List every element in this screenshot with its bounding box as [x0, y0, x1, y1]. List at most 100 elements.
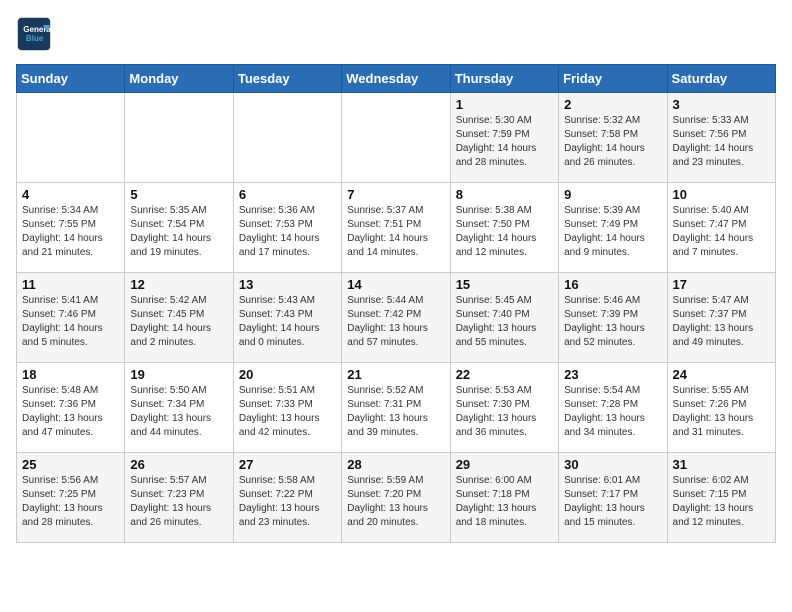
calendar-cell: 1 Sunrise: 5:30 AM Sunset: 7:59 PM Daylig… [450, 93, 558, 183]
calendar-week-1: 1 Sunrise: 5:30 AM Sunset: 7:59 PM Daylig… [17, 93, 776, 183]
day-number: 31 [673, 457, 770, 472]
day-info: Sunrise: 5:57 AM Sunset: 7:23 PM Dayligh… [130, 474, 227, 530]
day-number: 28 [347, 457, 444, 472]
day-number: 26 [130, 457, 227, 472]
day-info: Sunrise: 5:32 AM Sunset: 7:58 PM Dayligh… [564, 114, 661, 170]
calendar-cell: 12 Sunrise: 5:42 AM Sunset: 7:45 PM Dayli… [125, 273, 233, 363]
day-info: Sunrise: 5:50 AM Sunset: 7:34 PM Dayligh… [130, 384, 227, 440]
calendar-cell: 17 Sunrise: 5:47 AM Sunset: 7:37 PM Dayli… [667, 273, 775, 363]
calendar-cell: 23Sunrise: 5:54 AM Sunset: 7:28 PM Dayli… [559, 363, 667, 453]
calendar-cell: 15 Sunrise: 5:45 AM Sunset: 7:40 PM Dayli… [450, 273, 558, 363]
weekday-header-tuesday: Tuesday [233, 65, 341, 93]
day-info: Sunrise: 5:39 AM Sunset: 7:49 PM Dayligh… [564, 204, 661, 260]
day-number: 24 [673, 367, 770, 382]
calendar-cell: 3 Sunrise: 5:33 AM Sunset: 7:56 PM Daylig… [667, 93, 775, 183]
day-info: Sunrise: 5:55 AM Sunset: 7:26 PM Dayligh… [673, 384, 770, 440]
calendar-cell: 14 Sunrise: 5:44 AM Sunset: 7:42 PM Dayli… [342, 273, 450, 363]
day-info: Sunrise: 6:00 AM Sunset: 7:18 PM Dayligh… [456, 474, 553, 530]
day-info: Sunrise: 5:33 AM Sunset: 7:56 PM Dayligh… [673, 114, 770, 170]
weekday-header-saturday: Saturday [667, 65, 775, 93]
calendar-cell: 18 Sunrise: 5:48 AM Sunset: 7:36 PM Dayli… [17, 363, 125, 453]
calendar-cell: 22 Sunrise: 5:53 AM Sunset: 7:30 PM Dayli… [450, 363, 558, 453]
day-number: 11 [22, 277, 119, 292]
day-number: 6 [239, 187, 336, 202]
calendar-cell: 4Sunrise: 5:34 AM Sunset: 7:55 PM Daylig… [17, 183, 125, 273]
calendar-cell: 6 Sunrise: 5:36 AM Sunset: 7:53 PM Daylig… [233, 183, 341, 273]
day-info: Sunrise: 5:44 AM Sunset: 7:42 PM Dayligh… [347, 294, 444, 350]
day-info: Sunrise: 5:30 AM Sunset: 7:59 PM Dayligh… [456, 114, 553, 170]
weekday-header-wednesday: Wednesday [342, 65, 450, 93]
day-number: 18 [22, 367, 119, 382]
day-info: Sunrise: 5:40 AM Sunset: 7:47 PM Dayligh… [673, 204, 770, 260]
calendar-week-4: 18 Sunrise: 5:48 AM Sunset: 7:36 PM Dayli… [17, 363, 776, 453]
day-info: Sunrise: 5:59 AM Sunset: 7:20 PM Dayligh… [347, 474, 444, 530]
calendar-cell: 16 Sunrise: 5:46 AM Sunset: 7:39 PM Dayli… [559, 273, 667, 363]
calendar-cell: 31Sunrise: 6:02 AM Sunset: 7:15 PM Dayli… [667, 453, 775, 543]
day-info: Sunrise: 5:58 AM Sunset: 7:22 PM Dayligh… [239, 474, 336, 530]
calendar-cell: 8 Sunrise: 5:38 AM Sunset: 7:50 PM Daylig… [450, 183, 558, 273]
day-number: 4 [22, 187, 119, 202]
day-number: 20 [239, 367, 336, 382]
day-info: Sunrise: 5:38 AM Sunset: 7:50 PM Dayligh… [456, 204, 553, 260]
calendar-cell: 28 Sunrise: 5:59 AM Sunset: 7:20 PM Dayli… [342, 453, 450, 543]
day-number: 8 [456, 187, 553, 202]
day-info: Sunrise: 5:42 AM Sunset: 7:45 PM Dayligh… [130, 294, 227, 350]
day-info: Sunrise: 5:48 AM Sunset: 7:36 PM Dayligh… [22, 384, 119, 440]
calendar-cell: 2 Sunrise: 5:32 AM Sunset: 7:58 PM Daylig… [559, 93, 667, 183]
calendar-cell: 10Sunrise: 5:40 AM Sunset: 7:47 PM Dayli… [667, 183, 775, 273]
day-info: Sunrise: 5:45 AM Sunset: 7:40 PM Dayligh… [456, 294, 553, 350]
day-number: 15 [456, 277, 553, 292]
calendar-cell [233, 93, 341, 183]
calendar-cell: 25Sunrise: 5:56 AM Sunset: 7:25 PM Dayli… [17, 453, 125, 543]
day-info: Sunrise: 5:53 AM Sunset: 7:30 PM Dayligh… [456, 384, 553, 440]
day-number: 22 [456, 367, 553, 382]
day-number: 7 [347, 187, 444, 202]
day-info: Sunrise: 5:41 AM Sunset: 7:46 PM Dayligh… [22, 294, 119, 350]
day-number: 30 [564, 457, 661, 472]
day-number: 17 [673, 277, 770, 292]
day-number: 21 [347, 367, 444, 382]
day-number: 23 [564, 367, 661, 382]
day-number: 9 [564, 187, 661, 202]
calendar-header: SundayMondayTuesdayWednesdayThursdayFrid… [17, 65, 776, 93]
day-info: Sunrise: 5:37 AM Sunset: 7:51 PM Dayligh… [347, 204, 444, 260]
calendar-cell [125, 93, 233, 183]
day-number: 13 [239, 277, 336, 292]
calendar-week-2: 4Sunrise: 5:34 AM Sunset: 7:55 PM Daylig… [17, 183, 776, 273]
day-number: 14 [347, 277, 444, 292]
calendar-cell: 24 Sunrise: 5:55 AM Sunset: 7:26 PM Dayli… [667, 363, 775, 453]
calendar-cell: 26 Sunrise: 5:57 AM Sunset: 7:23 PM Dayli… [125, 453, 233, 543]
calendar-cell: 11 Sunrise: 5:41 AM Sunset: 7:46 PM Dayli… [17, 273, 125, 363]
day-number: 12 [130, 277, 227, 292]
calendar-cell [17, 93, 125, 183]
day-number: 16 [564, 277, 661, 292]
day-info: Sunrise: 5:43 AM Sunset: 7:43 PM Dayligh… [239, 294, 336, 350]
calendar-week-5: 25Sunrise: 5:56 AM Sunset: 7:25 PM Dayli… [17, 453, 776, 543]
calendar-body: 1 Sunrise: 5:30 AM Sunset: 7:59 PM Daylig… [17, 93, 776, 543]
svg-text:Blue: Blue [26, 34, 44, 43]
calendar-table: SundayMondayTuesdayWednesdayThursdayFrid… [16, 64, 776, 543]
day-number: 1 [456, 97, 553, 112]
logo: General Blue [16, 16, 56, 52]
calendar-cell: 5Sunrise: 5:35 AM Sunset: 7:54 PM Daylig… [125, 183, 233, 273]
calendar-cell: 13 Sunrise: 5:43 AM Sunset: 7:43 PM Dayli… [233, 273, 341, 363]
day-number: 29 [456, 457, 553, 472]
day-info: Sunrise: 5:51 AM Sunset: 7:33 PM Dayligh… [239, 384, 336, 440]
day-info: Sunrise: 5:36 AM Sunset: 7:53 PM Dayligh… [239, 204, 336, 260]
weekday-row: SundayMondayTuesdayWednesdayThursdayFrid… [17, 65, 776, 93]
day-info: Sunrise: 5:56 AM Sunset: 7:25 PM Dayligh… [22, 474, 119, 530]
weekday-header-monday: Monday [125, 65, 233, 93]
calendar-cell: 29 Sunrise: 6:00 AM Sunset: 7:18 PM Dayli… [450, 453, 558, 543]
calendar-cell: 7 Sunrise: 5:37 AM Sunset: 7:51 PM Daylig… [342, 183, 450, 273]
calendar-cell [342, 93, 450, 183]
logo-icon: General Blue [16, 16, 52, 52]
day-number: 5 [130, 187, 227, 202]
day-number: 27 [239, 457, 336, 472]
weekday-header-thursday: Thursday [450, 65, 558, 93]
day-number: 2 [564, 97, 661, 112]
day-info: Sunrise: 5:47 AM Sunset: 7:37 PM Dayligh… [673, 294, 770, 350]
day-number: 3 [673, 97, 770, 112]
calendar-cell: 21Sunrise: 5:52 AM Sunset: 7:31 PM Dayli… [342, 363, 450, 453]
day-info: Sunrise: 5:46 AM Sunset: 7:39 PM Dayligh… [564, 294, 661, 350]
calendar-cell: 9 Sunrise: 5:39 AM Sunset: 7:49 PM Daylig… [559, 183, 667, 273]
